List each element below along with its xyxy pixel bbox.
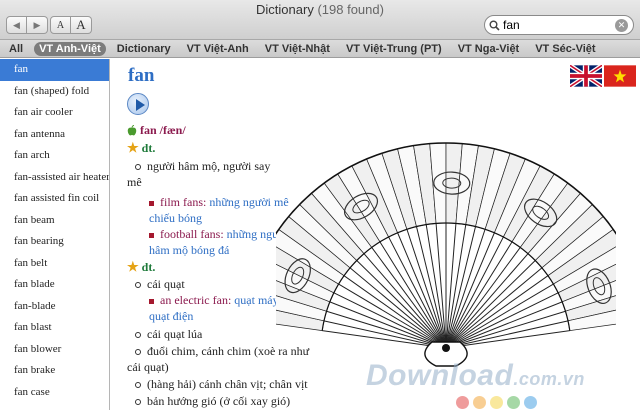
play-pronunciation-button[interactable] [127, 93, 149, 115]
decrease-font-button[interactable]: A [50, 16, 71, 34]
back-arrow-icon: ◀ [13, 19, 20, 30]
circle-bullet-icon [135, 164, 141, 171]
watermark-dot [456, 396, 469, 409]
sense-text: bản hướng gió (ở cối xay gió) [147, 394, 291, 408]
navigation-buttons: ◀ ▶ [6, 16, 48, 34]
watermark-main: Download [366, 359, 514, 392]
circle-bullet-icon [135, 332, 141, 339]
tab-vt-sec-viet[interactable]: VT Séc-Việt [530, 42, 600, 56]
word-list-item[interactable]: fan arch [0, 145, 109, 167]
sense-1: người hâm mộ, người say mê [127, 158, 287, 190]
back-button[interactable]: ◀ [6, 16, 27, 34]
tab-vt-anh-viet[interactable]: VT Anh-Việt [34, 41, 106, 56]
star-icon: ★ [127, 140, 139, 155]
word-list-item[interactable]: fan case [0, 382, 109, 404]
forward-button[interactable]: ▶ [27, 16, 48, 34]
pos-label: dt. [141, 140, 156, 155]
watermark-dots [456, 396, 537, 409]
sense-6: bản hướng gió (ở cối xay gió) [135, 393, 335, 409]
forward-arrow-icon: ▶ [33, 19, 41, 30]
example-english: football fans: [160, 227, 224, 241]
title-bar: Dictionary (198 found) ◀ ▶ A A ✕ [0, 0, 640, 40]
star-icon: ★ [127, 259, 139, 274]
watermark-dot [524, 396, 537, 409]
square-bullet-icon [149, 200, 154, 206]
watermark-dot [490, 396, 503, 409]
circle-bullet-icon [135, 349, 141, 356]
window-title-text: Dictionary [256, 2, 314, 17]
tab-vt-viet-trung[interactable]: VT Việt-Trung (PT) [341, 42, 447, 56]
word-list-item[interactable]: fan blast [0, 317, 109, 339]
tab-vt-nga-viet[interactable]: VT Nga-Việt [453, 42, 525, 56]
word-list-item[interactable]: fan blade [0, 274, 109, 296]
sense-text: cái quạt [147, 277, 185, 291]
square-bullet-icon [149, 232, 154, 238]
download-watermark: Download.com.vn [366, 359, 585, 393]
fan-illustration [276, 142, 616, 367]
example-3: an electric fan: quạt máy, quạt điện [149, 292, 289, 324]
circle-bullet-icon [135, 382, 141, 389]
tab-vt-viet-anh[interactable]: VT Việt-Anh [182, 42, 254, 56]
word-list: fan fan (shaped) fold fan air cooler fan… [0, 59, 110, 410]
word-list-item[interactable]: fan brake [0, 360, 109, 382]
example-2: football fans: những người hâm mộ bóng đ… [149, 226, 289, 258]
word-list-item[interactable]: fan antenna [0, 124, 109, 146]
word-list-item[interactable]: fan [0, 59, 109, 81]
search-input[interactable] [503, 18, 613, 32]
circle-bullet-icon [135, 399, 141, 406]
tab-all[interactable]: All [4, 42, 28, 56]
square-bullet-icon [149, 298, 154, 304]
word-list-item[interactable]: fan-blade [0, 296, 109, 318]
sense-text: (hàng hải) cánh chân vịt; chân vịt [147, 377, 308, 391]
sense-2: cái quạt [135, 276, 185, 292]
sense-5: (hàng hải) cánh chân vịt; chân vịt [135, 376, 335, 392]
result-count: (198 found) [317, 2, 384, 17]
part-of-speech-1: ★ dt. [127, 140, 155, 156]
sense-text: cái quạt lúa [147, 327, 203, 341]
watermark-dot [507, 396, 520, 409]
clear-search-icon[interactable]: ✕ [615, 18, 628, 32]
word-list-item[interactable]: fan bearing [0, 231, 109, 253]
word-list-item[interactable]: fan beam [0, 210, 109, 232]
apple-icon [127, 125, 137, 136]
tab-vt-viet-nhat[interactable]: VT Việt-Nhật [260, 42, 335, 56]
language-flags [570, 65, 636, 87]
definition-pane: fan fan /fæn/ ★ dt. người hâm mộ, người … [111, 59, 640, 410]
circle-bullet-icon [135, 282, 141, 289]
font-size-buttons: A A [50, 16, 92, 34]
word-list-item[interactable]: fan belt [0, 253, 109, 275]
pronunciation-text: fan /fæn/ [140, 123, 186, 137]
word-list-item[interactable]: fan air cooler [0, 102, 109, 124]
pronunciation-line: fan /fæn/ [127, 123, 186, 138]
uk-flag-icon [570, 65, 602, 87]
example-english: an electric fan: [160, 293, 232, 307]
vietnam-flag-icon [604, 65, 636, 87]
word-list-item[interactable]: fan-assisted air heater [0, 167, 109, 189]
part-of-speech-2: ★ dt. [127, 259, 155, 275]
pos-label: dt. [141, 259, 156, 274]
sense-text: người hâm mộ, người say mê [127, 159, 271, 189]
increase-font-button[interactable]: A [71, 16, 92, 34]
dictionary-tab-bar: All VT Anh-Việt Dictionary VT Việt-Anh V… [0, 40, 640, 58]
word-list-item[interactable]: fan (shaped) fold [0, 81, 109, 103]
search-icon [485, 20, 503, 31]
example-1: film fans: những người mê chiếu bóng [149, 194, 289, 226]
watermark-dot [473, 396, 486, 409]
headword: fan [128, 65, 155, 86]
watermark-suffix: .com.vn [513, 369, 585, 389]
word-list-item[interactable]: fan blower [0, 339, 109, 361]
search-box[interactable]: ✕ [484, 15, 634, 35]
word-list-item[interactable]: fan assisted fin coil [0, 188, 109, 210]
tab-dictionary[interactable]: Dictionary [112, 42, 176, 56]
sense-3: cái quạt lúa [135, 326, 202, 342]
example-english: film fans: [160, 195, 207, 209]
